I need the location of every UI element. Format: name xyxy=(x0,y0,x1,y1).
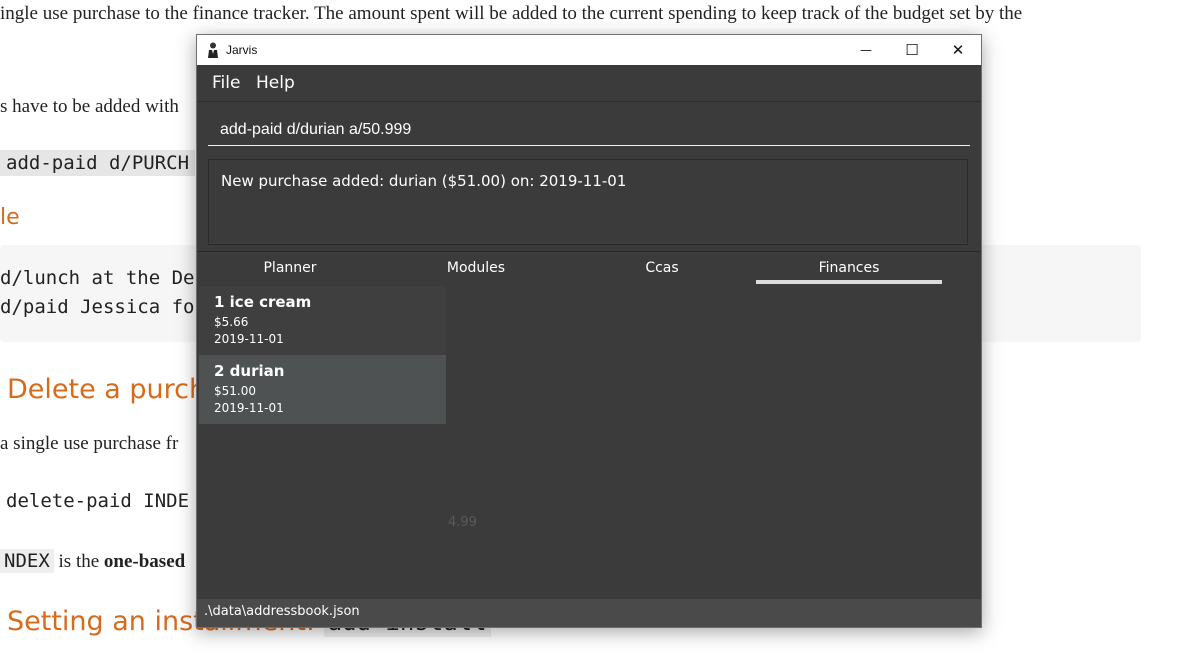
menu-help[interactable]: Help xyxy=(256,73,295,93)
doc-code-block-line-1: d/lunch at the De xyxy=(0,267,195,289)
purchase-date: 2019-11-01 xyxy=(214,332,284,346)
close-button[interactable]: ✕ xyxy=(935,35,981,65)
status-file-path: .\data\addressbook.json xyxy=(204,604,360,619)
active-tab-indicator xyxy=(756,280,942,284)
purchase-amount: $5.66 xyxy=(214,315,249,329)
doc-line-2: s have to be added with xyxy=(0,96,179,117)
doc-heading-delete: Delete a purch xyxy=(7,374,207,405)
doc-code-block-line-2: d/paid Jessica fo xyxy=(0,296,195,318)
close-icon: ✕ xyxy=(951,41,965,59)
purchase-title: 2 durian xyxy=(214,362,285,380)
doc-code-add-paid: add-paid d/PURCH xyxy=(0,150,196,176)
minimize-button[interactable]: — xyxy=(843,35,889,65)
result-text: New purchase added: durian ($51.00) on: … xyxy=(221,172,627,190)
doc-line-4-bold: one-based xyxy=(103,551,186,572)
maximize-button[interactable]: ☐ xyxy=(889,35,935,65)
doc-index-code: NDEX xyxy=(0,549,54,573)
tab-ccas[interactable]: Ccas xyxy=(569,260,755,276)
result-display: New purchase added: durian ($51.00) on: … xyxy=(208,159,968,245)
tab-modules[interactable]: Modules xyxy=(383,260,569,276)
minimize-icon: — xyxy=(860,43,872,57)
window-title: Jarvis xyxy=(226,43,258,57)
purchase-date: 2019-11-01 xyxy=(214,401,284,415)
status-bar: .\data\addressbook.json xyxy=(197,599,981,627)
tab-planner[interactable]: Planner xyxy=(197,260,383,276)
title-bar[interactable]: Jarvis — ☐ ✕ xyxy=(197,35,981,65)
jarvis-window: Jarvis — ☐ ✕ File Help New purchase adde… xyxy=(196,34,982,628)
purchase-card-selected[interactable]: 2 durian $51.00 2019-11-01 xyxy=(199,355,446,424)
command-input[interactable] xyxy=(208,115,970,146)
doc-line-4: NDEX is the one-based xyxy=(0,549,186,573)
menu-file[interactable]: File xyxy=(212,73,240,93)
maximize-icon: ☐ xyxy=(905,41,919,59)
doc-line-1: ingle use purchase to the finance tracke… xyxy=(0,3,1023,24)
app-person-icon xyxy=(208,42,218,58)
tab-finances[interactable]: Finances xyxy=(756,260,942,276)
purchase-card[interactable]: 1 ice cream $5.66 2019-11-01 xyxy=(199,286,446,355)
purchase-title: 1 ice cream xyxy=(214,293,312,311)
doc-heading-example: le xyxy=(0,205,20,230)
faint-value-text: 4.99 xyxy=(448,515,477,530)
doc-code-delete-paid: delete-paid INDE xyxy=(0,488,196,514)
doc-line-4-text: is the xyxy=(53,551,104,572)
doc-line-3: a single use purchase fr xyxy=(0,433,179,454)
menu-bar xyxy=(197,65,981,101)
panel-divider xyxy=(197,251,981,252)
purchase-amount: $51.00 xyxy=(214,384,256,398)
